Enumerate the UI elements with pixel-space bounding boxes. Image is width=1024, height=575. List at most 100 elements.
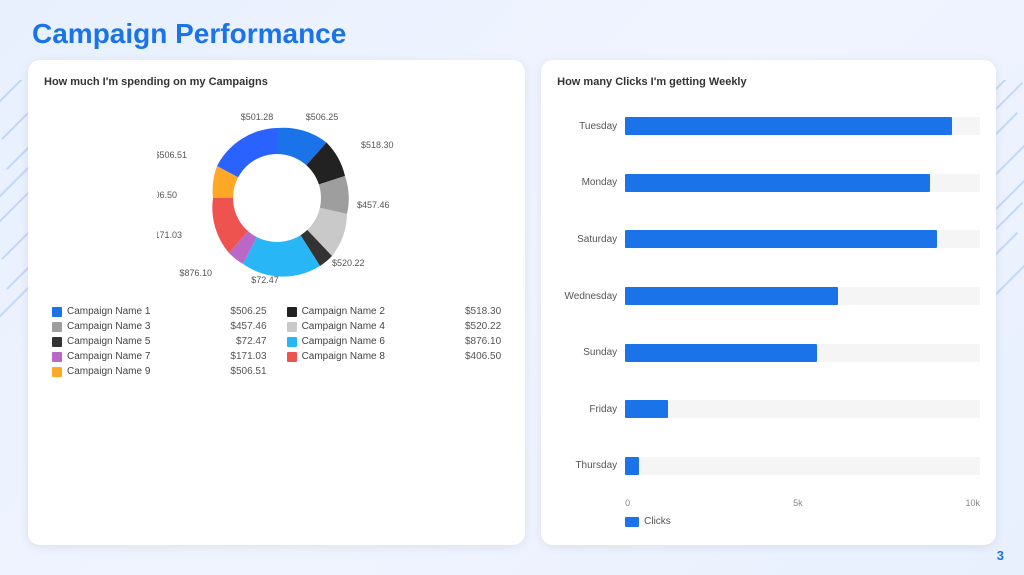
legend-name: Campaign Name 6 [302, 336, 385, 347]
bar-fill [625, 400, 668, 418]
donut-label-0: $501.28 [240, 112, 273, 122]
bar-track [625, 287, 980, 305]
bar-fill [625, 174, 930, 192]
bar-axis-labels: 0 5k 10k [625, 498, 980, 508]
legend-value: $876.10 [465, 336, 501, 347]
clicks-card-title: How many Clicks I'm getting Weekly [557, 76, 980, 88]
legend-item: Campaign Name 4 $520.22 [287, 321, 502, 332]
legend-left: Campaign Name 4 [287, 321, 385, 332]
bar-row: Saturday [557, 211, 980, 268]
bar-axis: 0 5k 10k [625, 494, 980, 508]
legend-color [52, 307, 62, 317]
legend-name: Campaign Name 9 [67, 366, 150, 377]
legend-value: $518.30 [465, 306, 501, 317]
legend-value: $506.25 [230, 306, 266, 317]
bar-label: Saturday [557, 234, 617, 245]
legend-item: Campaign Name 7 $171.03 [52, 351, 267, 362]
legend-name: Campaign Name 4 [302, 321, 385, 332]
bar-track [625, 230, 980, 248]
donut-label-9: $506.51 [157, 150, 187, 160]
legend-value: $457.46 [230, 321, 266, 332]
legend-color [287, 322, 297, 332]
bar-track [625, 174, 980, 192]
bar-label: Tuesday [557, 121, 617, 132]
bar-track [625, 457, 980, 475]
legend-item: Campaign Name 9 $506.51 [52, 366, 267, 377]
legend-color [287, 337, 297, 347]
bar-fill [625, 457, 639, 475]
clicks-legend: Clicks [625, 516, 980, 527]
bar-label: Sunday [557, 347, 617, 358]
spending-card: How much I'm spending on my Campaigns [28, 60, 525, 545]
bar-label: Wednesday [557, 291, 617, 302]
legend-color [287, 307, 297, 317]
legend-left: Campaign Name 7 [52, 351, 150, 362]
legend-left: Campaign Name 8 [287, 351, 385, 362]
clicks-card: How many Clicks I'm getting Weekly Tuesd… [541, 60, 996, 545]
donut-chart-svg: $506.25 $518.30 $457.46 $520.22 $72.47 $… [157, 98, 397, 298]
legend-value: $171.03 [230, 351, 266, 362]
legend-color [52, 367, 62, 377]
legend-color [287, 352, 297, 362]
legend-name: Campaign Name 5 [67, 336, 150, 347]
legend-item: Campaign Name 1 $506.25 [52, 306, 267, 317]
legend-name: Campaign Name 7 [67, 351, 150, 362]
legend-color [52, 352, 62, 362]
bar-track [625, 117, 980, 135]
legend-left: Campaign Name 1 [52, 306, 150, 317]
legend-name: Campaign Name 2 [302, 306, 385, 317]
donut-label-3: $457.46 [357, 200, 390, 210]
axis-label-10k: 10k [965, 498, 980, 508]
donut-label-2: $518.30 [361, 140, 394, 150]
donut-legend: Campaign Name 1 $506.25 Campaign Name 2 … [44, 306, 509, 377]
bar-fill [625, 287, 838, 305]
bar-fill [625, 230, 937, 248]
spending-card-title: How much I'm spending on my Campaigns [44, 76, 509, 88]
donut-label-1: $506.25 [305, 112, 338, 122]
bar-row: Monday [557, 155, 980, 212]
legend-left: Campaign Name 6 [287, 336, 385, 347]
legend-left: Campaign Name 5 [52, 336, 150, 347]
bar-label: Thursday [557, 460, 617, 471]
legend-name: Campaign Name 1 [67, 306, 150, 317]
donut-label-6: $876.10 [179, 268, 212, 278]
legend-value: $406.50 [465, 351, 501, 362]
donut-label-4: $520.22 [332, 258, 365, 268]
legend-color [52, 337, 62, 347]
axis-label-0: 0 [625, 498, 630, 508]
bar-row: Thursday [557, 437, 980, 494]
legend-value: $520.22 [465, 321, 501, 332]
legend-name: Campaign Name 8 [302, 351, 385, 362]
axis-label-5k: 5k [793, 498, 803, 508]
bar-row: Wednesday [557, 268, 980, 325]
bar-row: Sunday [557, 324, 980, 381]
bar-label: Friday [557, 404, 617, 415]
legend-name: Campaign Name 3 [67, 321, 150, 332]
donut-label-5: $72.47 [251, 275, 279, 285]
donut-label-7: $171.03 [157, 230, 182, 240]
main-content: How much I'm spending on my Campaigns [28, 60, 996, 545]
clicks-legend-color [625, 517, 639, 527]
legend-item: Campaign Name 2 $518.30 [287, 306, 502, 317]
donut-area: $506.25 $518.30 $457.46 $520.22 $72.47 $… [44, 98, 509, 377]
legend-color [52, 322, 62, 332]
legend-item: Campaign Name 5 $72.47 [52, 336, 267, 347]
bar-track [625, 344, 980, 362]
legend-item: Campaign Name 3 $457.46 [52, 321, 267, 332]
legend-left: Campaign Name 3 [52, 321, 150, 332]
bar-row: Tuesday [557, 98, 980, 155]
donut-hole [233, 154, 321, 242]
clicks-legend-label: Clicks [644, 516, 671, 527]
donut-label-8: $406.50 [157, 190, 177, 200]
bar-fill [625, 344, 817, 362]
page-title: Campaign Performance [32, 18, 346, 50]
legend-item: Campaign Name 6 $876.10 [287, 336, 502, 347]
bar-chart: Tuesday Monday Saturday Wednesday Sunday… [557, 98, 980, 527]
legend-item: Campaign Name 8 $406.50 [287, 351, 502, 362]
bar-track [625, 400, 980, 418]
bar-fill [625, 117, 951, 135]
legend-value: $506.51 [230, 366, 266, 377]
page-number: 3 [997, 548, 1004, 563]
legend-left: Campaign Name 2 [287, 306, 385, 317]
donut-wrapper: $506.25 $518.30 $457.46 $520.22 $72.47 $… [157, 98, 397, 298]
